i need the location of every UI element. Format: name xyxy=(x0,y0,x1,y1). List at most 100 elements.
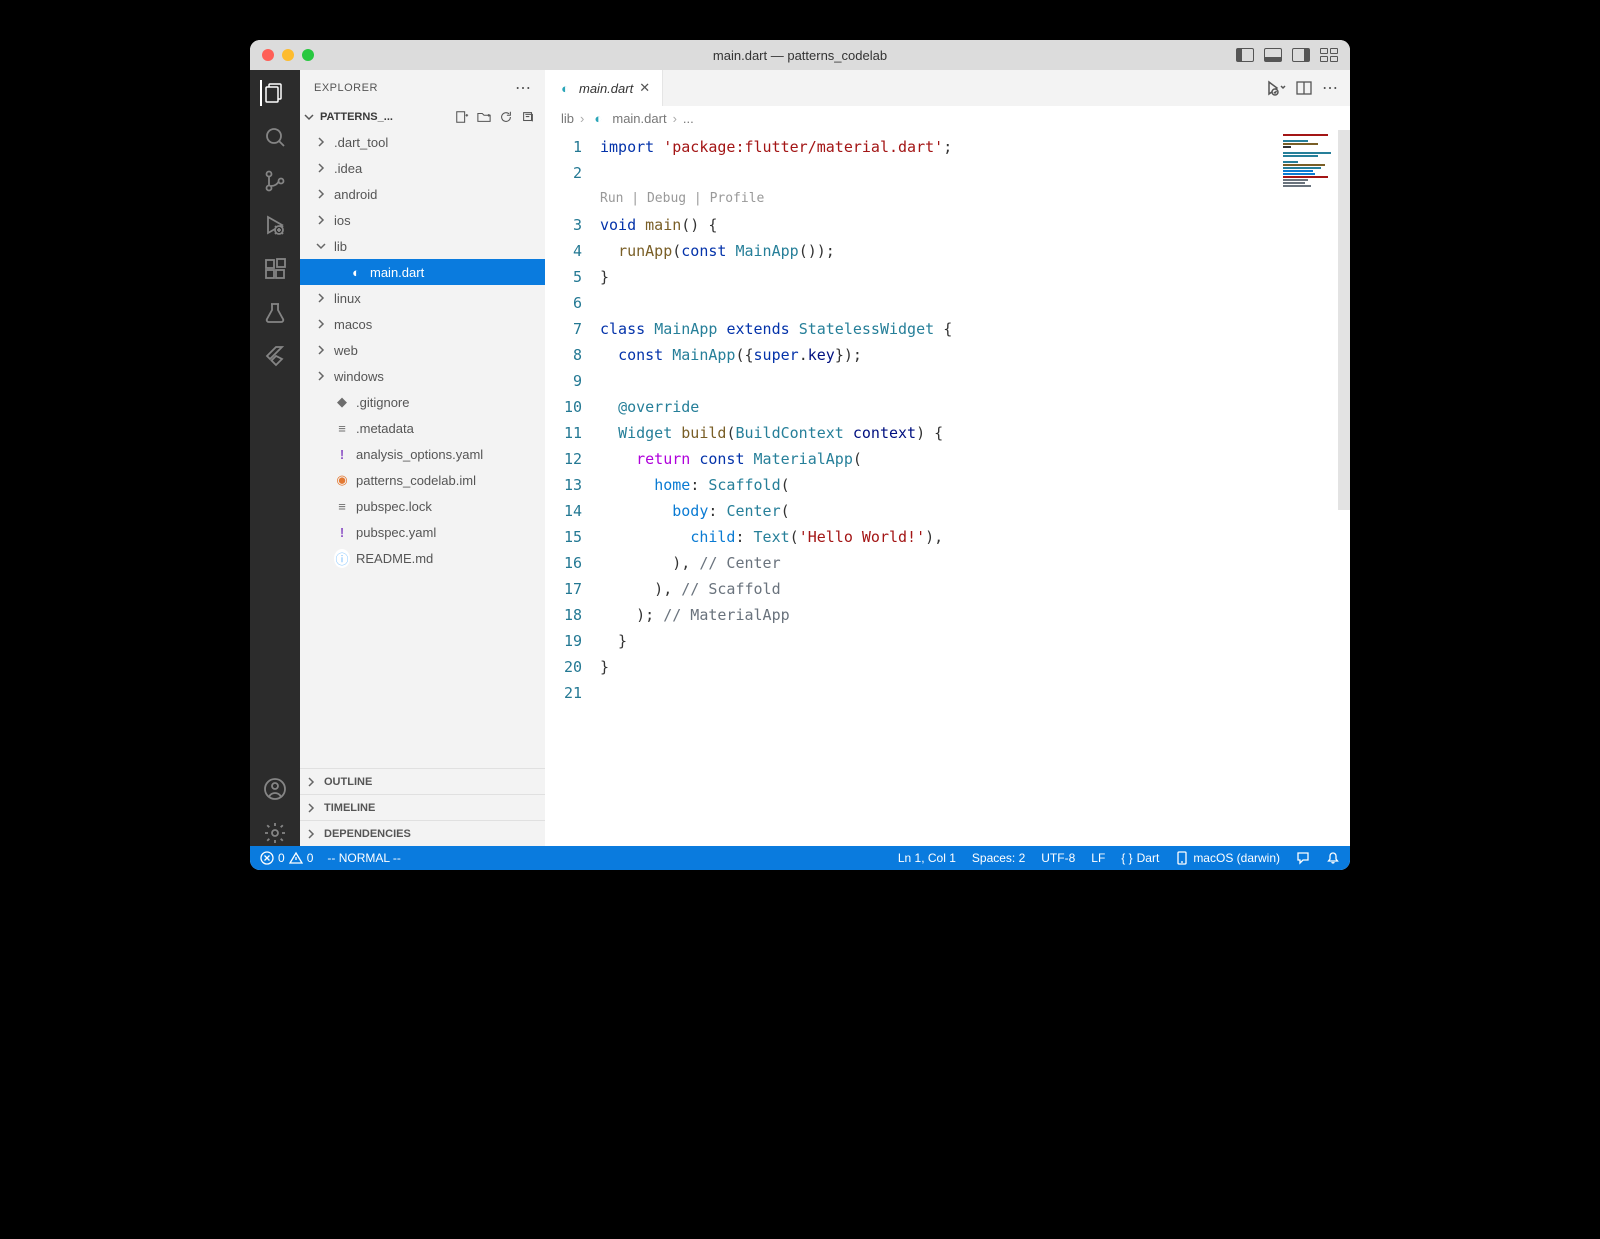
split-editor-icon[interactable] xyxy=(1296,81,1312,95)
code-line[interactable]: ), // Scaffold xyxy=(600,576,1350,602)
code-line[interactable]: } xyxy=(600,264,1350,290)
settings-gear-icon[interactable] xyxy=(262,820,288,846)
vscode-window: main.dart — patterns_codelab xyxy=(250,40,1350,870)
code-line[interactable]: void main() { xyxy=(600,212,1350,238)
file--gitignore[interactable]: ◆.gitignore xyxy=(300,389,545,415)
dart-file-icon: ◐ xyxy=(557,81,573,96)
run-dropdown-icon[interactable] xyxy=(1266,80,1286,96)
code-line[interactable]: Widget build(BuildContext context) { xyxy=(600,420,1350,446)
file-pubspec-lock[interactable]: ≡pubspec.lock xyxy=(300,493,545,519)
sidebar-section-outline[interactable]: OUTLINE xyxy=(300,768,545,794)
testing-icon[interactable] xyxy=(262,300,288,326)
sidebar-section-dependencies[interactable]: DEPENDENCIES xyxy=(300,820,545,846)
accounts-icon[interactable] xyxy=(262,776,288,802)
code-line[interactable]: child: Text('Hello World!'), xyxy=(600,524,1350,550)
extensions-icon[interactable] xyxy=(262,256,288,282)
codelens-run-debug[interactable]: Run | Debug | Profile xyxy=(600,186,1350,212)
folder--idea[interactable]: .idea xyxy=(300,155,545,181)
code-line[interactable]: } xyxy=(600,654,1350,680)
toggle-panel-icon[interactable] xyxy=(1264,48,1282,62)
toggle-primary-sidebar-icon[interactable] xyxy=(1236,48,1254,62)
file-analysis-options-yaml[interactable]: !analysis_options.yaml xyxy=(300,441,545,467)
code-line[interactable]: @override xyxy=(600,394,1350,420)
tree-item-label: analysis_options.yaml xyxy=(356,447,483,462)
code-line[interactable]: body: Center( xyxy=(600,498,1350,524)
folder-ios[interactable]: ios xyxy=(300,207,545,233)
problems-status[interactable]: 0 0 xyxy=(260,851,313,865)
file-icon: ≡ xyxy=(334,499,350,514)
encoding-status[interactable]: UTF-8 xyxy=(1041,851,1075,865)
code-line[interactable] xyxy=(600,680,1350,706)
cursor-position-status[interactable]: Ln 1, Col 1 xyxy=(898,851,956,865)
new-folder-icon[interactable] xyxy=(477,110,491,124)
refresh-icon[interactable] xyxy=(499,110,513,124)
close-tab-icon[interactable]: ✕ xyxy=(639,80,650,96)
breadcrumb-part[interactable]: main.dart xyxy=(612,111,666,126)
tree-item-label: macos xyxy=(334,317,372,332)
chevron-right-icon xyxy=(316,163,328,173)
git-file-icon: ◆ xyxy=(334,394,350,410)
folder-macos[interactable]: macos xyxy=(300,311,545,337)
file--metadata[interactable]: ≡.metadata xyxy=(300,415,545,441)
feedback-icon[interactable] xyxy=(1296,851,1310,865)
minimize-window-button[interactable] xyxy=(282,49,294,61)
vim-mode-status[interactable]: -- NORMAL -- xyxy=(327,851,401,865)
code-line[interactable]: ), // Center xyxy=(600,550,1350,576)
minimap[interactable] xyxy=(1283,134,1338,184)
folder-linux[interactable]: linux xyxy=(300,285,545,311)
source-control-icon[interactable] xyxy=(262,168,288,194)
run-debug-icon[interactable] xyxy=(262,212,288,238)
close-window-button[interactable] xyxy=(262,49,274,61)
new-file-icon[interactable] xyxy=(455,110,469,124)
editor-more-icon[interactable]: ⋯ xyxy=(1322,78,1338,98)
folder-windows[interactable]: windows xyxy=(300,363,545,389)
notifications-icon[interactable] xyxy=(1326,851,1340,865)
vertical-scrollbar[interactable] xyxy=(1338,130,1350,846)
file-readme-md[interactable]: ⓘREADME.md xyxy=(300,545,545,571)
maximize-window-button[interactable] xyxy=(302,49,314,61)
code-line[interactable]: return const MaterialApp( xyxy=(600,446,1350,472)
folder-web[interactable]: web xyxy=(300,337,545,363)
code-line[interactable]: home: Scaffold( xyxy=(600,472,1350,498)
code-line[interactable] xyxy=(600,368,1350,394)
breadcrumb-part[interactable]: ... xyxy=(683,111,694,126)
file-patterns-codelab-iml[interactable]: ◉patterns_codelab.iml xyxy=(300,467,545,493)
editor-area: ◐ main.dart ✕ ⋯ lib › ◐ main.dart › ... xyxy=(545,70,1350,846)
language-status[interactable]: { } Dart xyxy=(1121,851,1159,865)
code-line[interactable]: runApp(const MainApp()); xyxy=(600,238,1350,264)
folder--dart-tool[interactable]: .dart_tool xyxy=(300,129,545,155)
breadcrumb[interactable]: lib › ◐ main.dart › ... xyxy=(545,106,1350,130)
device-selector[interactable]: macOS (darwin) xyxy=(1175,851,1280,865)
flutter-icon[interactable] xyxy=(262,344,288,370)
toggle-secondary-sidebar-icon[interactable] xyxy=(1292,48,1310,62)
code-line[interactable]: ); // MaterialApp xyxy=(600,602,1350,628)
file-icon: ≡ xyxy=(334,421,350,436)
scrollbar-thumb[interactable] xyxy=(1338,130,1350,510)
breadcrumb-part[interactable]: lib xyxy=(561,111,574,126)
code-editor[interactable]: 12 3456789101112131415161718192021 impor… xyxy=(545,130,1350,846)
sidebar-section-timeline[interactable]: TIMELINE xyxy=(300,794,545,820)
indentation-status[interactable]: Spaces: 2 xyxy=(972,851,1025,865)
code-line[interactable]: class MainApp extends StatelessWidget { xyxy=(600,316,1350,342)
code-line[interactable]: } xyxy=(600,628,1350,654)
file-main-dart[interactable]: ◐main.dart xyxy=(300,259,545,285)
explorer-icon[interactable] xyxy=(262,80,288,106)
explorer-project-header[interactable]: PATTERNS_... xyxy=(300,105,545,129)
folder-android[interactable]: android xyxy=(300,181,545,207)
code-content[interactable]: import 'package:flutter/material.dart'; … xyxy=(600,130,1350,846)
status-bar: 0 0 -- NORMAL -- Ln 1, Col 1 Spaces: 2 U… xyxy=(250,846,1350,870)
code-line[interactable]: const MainApp({super.key}); xyxy=(600,342,1350,368)
customize-layout-icon[interactable] xyxy=(1320,48,1338,62)
sidebar-more-icon[interactable]: ⋯ xyxy=(515,78,531,98)
eol-status[interactable]: LF xyxy=(1091,851,1105,865)
code-line[interactable] xyxy=(600,290,1350,316)
code-line[interactable] xyxy=(600,160,1350,186)
folder-lib[interactable]: lib xyxy=(300,233,545,259)
code-line[interactable]: import 'package:flutter/material.dart'; xyxy=(600,134,1350,160)
tab-main-dart[interactable]: ◐ main.dart ✕ xyxy=(545,70,663,106)
file-pubspec-yaml[interactable]: !pubspec.yaml xyxy=(300,519,545,545)
collapse-all-icon[interactable] xyxy=(521,110,535,124)
tree-item-label: ios xyxy=(334,213,351,228)
tree-item-label: patterns_codelab.iml xyxy=(356,473,476,488)
search-icon[interactable] xyxy=(262,124,288,150)
